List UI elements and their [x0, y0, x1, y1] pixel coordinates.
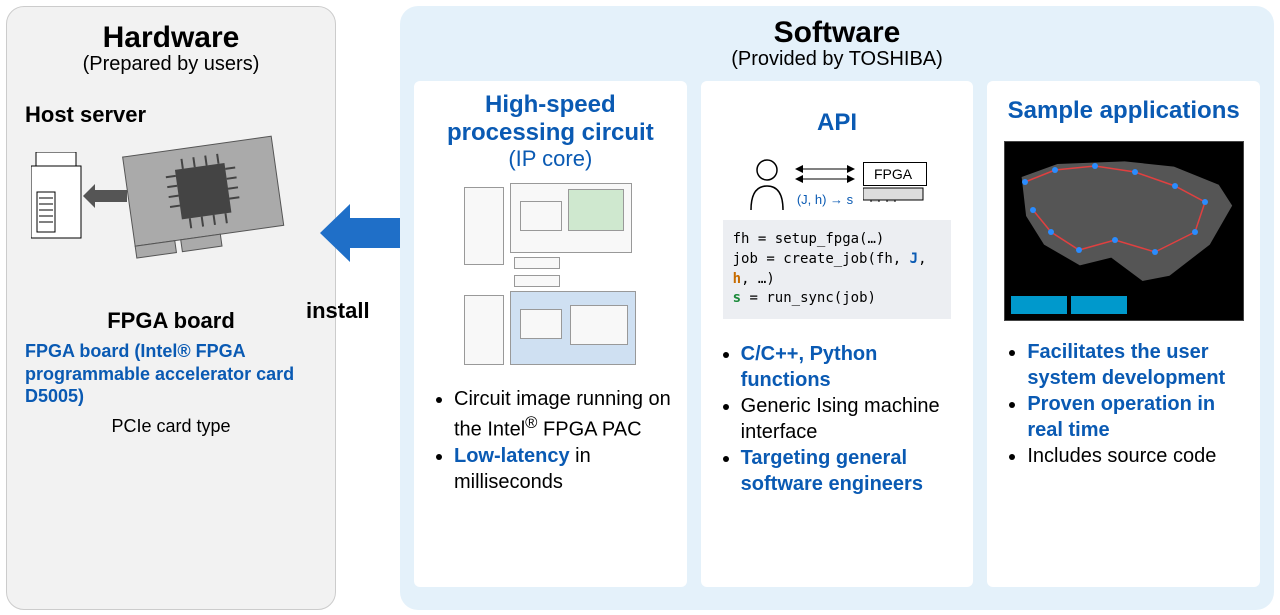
card-ipcore-subtitle: (IP core) — [426, 146, 675, 172]
api-bullet-2: Generic Ising machine interface — [741, 393, 962, 445]
install-arrow-icon — [320, 200, 406, 266]
hardware-title: Hardware — [25, 21, 317, 55]
api-jh-label: (J, h) → s — [795, 192, 855, 207]
software-title: Software — [414, 16, 1260, 50]
double-arrow-icon — [795, 161, 855, 185]
sample-bullets: Facilitates the user system development … — [999, 339, 1248, 469]
api-bullet-3: Targeting general software engineers — [741, 445, 962, 497]
api-bullet-1: C/C++, Python functions — [741, 341, 962, 393]
hardware-graphic — [25, 134, 317, 314]
card-ipcore: High-speed processing circuit (IP core) — [414, 81, 687, 587]
ipcore-bullet-2: Low-latency in milliseconds — [454, 443, 675, 495]
host-server-label: Host server — [25, 102, 317, 128]
card-sample-title: Sample applications — [999, 97, 1248, 125]
sample-bullet-1: Facilitates the user system development — [1027, 339, 1248, 391]
card-api-title: API — [713, 109, 962, 137]
pcie-label: PCIe card type — [25, 416, 317, 437]
api-illustration: (J, h) → s FPGA fh = setup_fpga(…) job =… — [713, 143, 962, 333]
software-cards: High-speed processing circuit (IP core) — [414, 81, 1260, 587]
software-panel: Software (Provided by TOSHIBA) High-spee… — [400, 6, 1274, 610]
card-sample-apps: Sample applications — [987, 81, 1260, 587]
card-ipcore-title: High-speed processing circuit — [426, 91, 675, 146]
install-label: install — [306, 298, 370, 324]
usa-map-icon — [1004, 141, 1244, 321]
user-icon — [747, 156, 787, 212]
card-api: API (J, h) → s FPGA — [701, 81, 974, 587]
fpga-chip-icon — [863, 186, 927, 202]
fpga-board-description: FPGA board (Intel® FPGA programmable acc… — [25, 340, 317, 408]
hardware-panel: Hardware (Prepared by users) Host server — [6, 6, 336, 610]
sample-illustration — [999, 131, 1248, 331]
api-fpga-box: FPGA — [863, 162, 927, 186]
ipcore-bullets: Circuit image running on the Intel® FPGA… — [426, 386, 675, 495]
connector-arrow-icon — [83, 182, 127, 210]
ipcore-bullet-1: Circuit image running on the Intel® FPGA… — [454, 386, 675, 443]
software-subtitle: (Provided by TOSHIBA) — [414, 48, 1260, 71]
fpga-card-icon — [118, 131, 292, 262]
ipcore-illustration — [426, 178, 675, 378]
api-code-sample: fh = setup_fpga(…) job = create_job(fh, … — [723, 220, 952, 318]
sample-bullet-3: Includes source code — [1027, 443, 1248, 469]
api-bullets: C/C++, Python functions Generic Ising ma… — [713, 341, 962, 497]
server-icon — [31, 152, 91, 242]
sample-bullet-2: Proven operation in real time — [1027, 391, 1248, 443]
hardware-subtitle: (Prepared by users) — [25, 53, 317, 76]
